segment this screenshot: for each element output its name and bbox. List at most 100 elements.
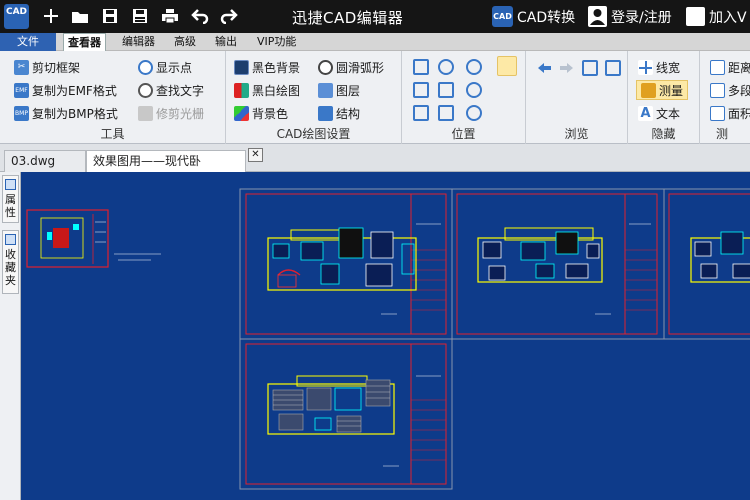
text-icon: A [638, 105, 653, 121]
new-icon[interactable] [40, 5, 62, 27]
redo-icon[interactable] [218, 5, 240, 27]
app-logo-icon: CAD [4, 4, 29, 29]
ribbon-group-browse: 浏览 [526, 51, 628, 144]
close-tab-icon[interactable]: ✕ [248, 148, 263, 162]
menu-bar: 文件 查看器 编辑器 高级 输出 VIP功能 [0, 33, 750, 52]
line-width-icon [638, 59, 653, 75]
side-tab-favorites[interactable]: 收藏夹 [2, 230, 19, 294]
thumbnail-sheet [26, 209, 161, 268]
text-toggle-button[interactable]: A 文本 [638, 103, 680, 123]
area-icon [710, 105, 725, 121]
black-background-button[interactable]: 黑色背景 [234, 57, 300, 77]
scissors-icon: ✂ [14, 59, 29, 75]
zoom-extents-icon[interactable] [413, 82, 429, 98]
vip-icon [686, 7, 705, 26]
bg-color-button[interactable]: 背景色 [234, 103, 288, 123]
ribbon-group-measure: 距离 多段 面积 测 [700, 51, 750, 144]
orbit-icon[interactable] [466, 105, 482, 121]
structure-button[interactable]: 结构 [318, 103, 360, 123]
select-window-icon[interactable] [413, 59, 429, 75]
tab-bedroom-dwg[interactable]: 效果图用——现代卧室.dwg [86, 150, 246, 188]
cad-convert-button[interactable]: CAD CAD转换 [492, 4, 575, 29]
structure-icon [318, 105, 333, 121]
polyline-button[interactable]: 多段 [710, 80, 750, 100]
arc-icon [318, 59, 333, 75]
export-icon[interactable] [605, 60, 621, 76]
document-tabs: 03.dwg 效果图用——现代卧室.dwg ✕ [0, 144, 750, 188]
forward-arrow-icon[interactable] [559, 60, 575, 76]
pan-hand-icon[interactable] [497, 56, 517, 76]
layers-button[interactable]: 图层 [318, 80, 360, 100]
fit-icon[interactable] [438, 82, 454, 98]
palette-icon [234, 105, 249, 121]
user-icon [588, 6, 607, 27]
refresh-icon[interactable] [582, 60, 598, 76]
app-title: 迅捷CAD编辑器 [292, 9, 404, 27]
bw-drawing-button[interactable]: 黑白绘图 [234, 80, 300, 100]
menu-file[interactable]: 文件 [0, 33, 56, 51]
floor-plan-4 [267, 375, 395, 435]
line-width-button[interactable]: 线宽 [638, 57, 680, 77]
ribbon-group-position: 位置 [402, 51, 526, 144]
sheet-grid [239, 188, 750, 490]
floor-plan-1 [267, 227, 417, 291]
find-text-button[interactable]: 查找文字 [138, 80, 204, 100]
login-label: 登录/注册 [611, 9, 672, 26]
ribbon-group-label: 隐藏 [651, 127, 676, 141]
smooth-arc-button[interactable]: 圆滑弧形 [318, 57, 384, 77]
open-icon[interactable] [69, 5, 91, 27]
rotate-icon[interactable] [413, 105, 429, 121]
copy-emf-button[interactable]: EMF 复制为EMF格式 [14, 80, 117, 100]
login-button[interactable]: 登录/注册 [588, 4, 672, 29]
save-icon[interactable] [99, 5, 121, 27]
zoom-in-icon[interactable] [466, 59, 482, 75]
undo-icon[interactable] [189, 5, 211, 27]
sheet-3 [668, 193, 750, 335]
show-points-button[interactable]: 显示点 [138, 57, 192, 77]
cad-convert-icon: CAD [492, 6, 513, 27]
measure-toggle-button[interactable]: 测量 [636, 80, 689, 100]
cut-frame-button[interactable]: ✂ 剪切框架 [14, 57, 80, 77]
black-bg-icon [234, 59, 249, 75]
save-as-icon[interactable] [129, 5, 151, 27]
trim-icon [138, 105, 153, 121]
mirror-icon[interactable] [438, 105, 454, 121]
favorites-icon [5, 234, 16, 245]
ribbon-group-label: 位置 [451, 127, 476, 141]
zoom-window-icon[interactable] [438, 59, 454, 75]
polyline-icon [710, 82, 725, 98]
menu-vip[interactable]: VIP功能 [253, 33, 300, 51]
distance-icon [710, 59, 725, 75]
area-button[interactable]: 面积 [710, 103, 750, 123]
points-icon [138, 59, 153, 75]
menu-output[interactable]: 输出 [211, 33, 241, 51]
emf-icon: EMF [14, 82, 29, 98]
ribbon-group-label: 工具 [100, 127, 125, 141]
menu-viewer[interactable]: 查看器 [63, 33, 106, 52]
print-icon[interactable] [159, 5, 181, 27]
side-panel: 属性 收藏夹 [0, 172, 21, 500]
title-bar: CAD 迅捷CAD编辑器 CAD CAD转换 登录/注册 加入V [0, 0, 750, 33]
back-arrow-icon[interactable] [536, 60, 552, 76]
bw-icon [234, 82, 249, 98]
floor-plan-2 [477, 227, 603, 283]
distance-button[interactable]: 距离 [710, 57, 750, 77]
side-tab-properties[interactable]: 属性 [2, 175, 19, 223]
zoom-out-icon[interactable] [466, 82, 482, 98]
ruler-icon [641, 82, 656, 98]
cad-editor-window: CAD 迅捷CAD编辑器 CAD CAD转换 登录/注册 加入V 文件 查看器 … [0, 0, 750, 500]
floor-plan-3 [690, 231, 750, 283]
sheet-1 [245, 193, 447, 335]
menu-advanced[interactable]: 高级 [170, 33, 200, 51]
ribbon-group-tools: ✂ 剪切框架 EMF 复制为EMF格式 BMP 复制为BMP格式 显示点 查找文… [0, 51, 226, 144]
menu-editor[interactable]: 编辑器 [118, 33, 159, 51]
trim-raster-button[interactable]: 修剪光栅 [138, 103, 204, 123]
ribbon-group-label: CAD绘图设置 [276, 127, 351, 141]
copy-bmp-button[interactable]: BMP 复制为BMP格式 [14, 103, 118, 123]
join-vip-button[interactable]: 加入V [686, 4, 747, 29]
drawing-canvas[interactable] [21, 172, 750, 500]
bmp-icon: BMP [14, 105, 29, 121]
ribbon-toolbar: ✂ 剪切框架 EMF 复制为EMF格式 BMP 复制为BMP格式 显示点 查找文… [0, 51, 750, 144]
join-vip-label: 加入V [709, 9, 747, 26]
tab-03-dwg[interactable]: 03.dwg [4, 150, 86, 172]
